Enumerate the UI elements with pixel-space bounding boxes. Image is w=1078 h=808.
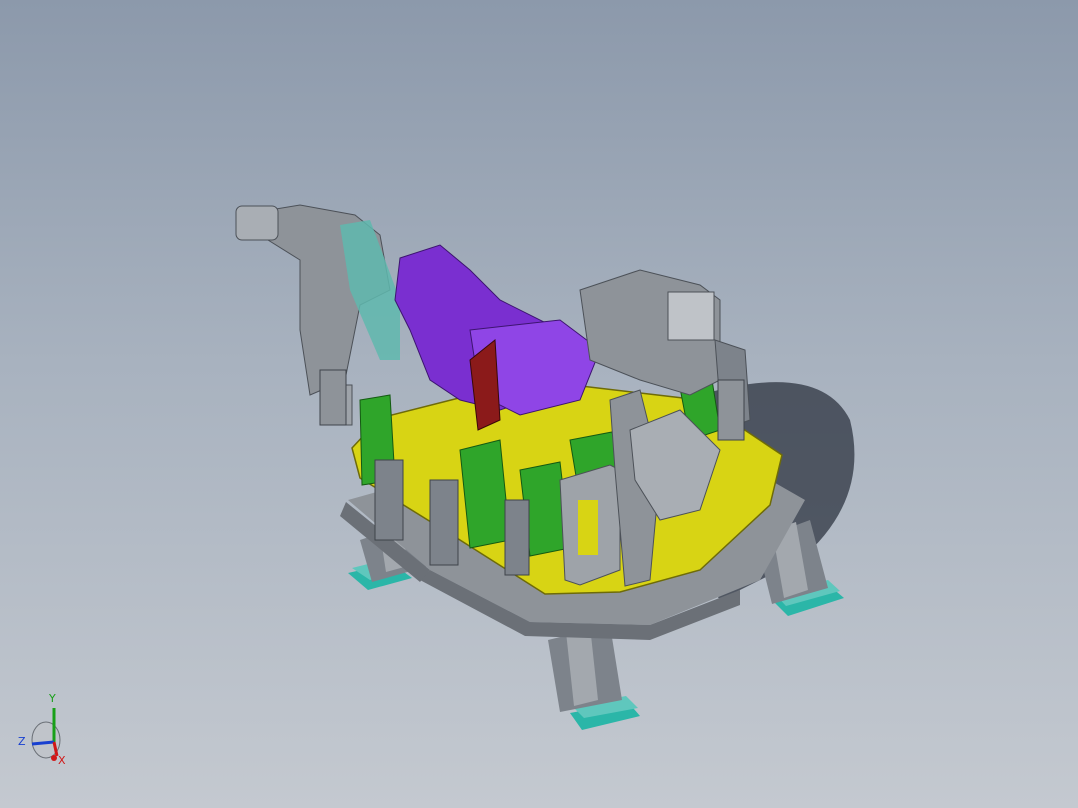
y-axis-label: Y bbox=[49, 692, 56, 705]
fixture-assembly-model[interactable] bbox=[0, 0, 1078, 808]
cad-viewport[interactable]: Y Z X bbox=[0, 0, 1078, 808]
z-axis-label: Z bbox=[18, 735, 26, 748]
view-orientation-triad[interactable]: Y Z X bbox=[14, 690, 74, 770]
z-axis-line bbox=[31, 740, 55, 746]
left-arm-tower bbox=[235, 204, 400, 426]
x-axis-label: X bbox=[58, 754, 66, 767]
